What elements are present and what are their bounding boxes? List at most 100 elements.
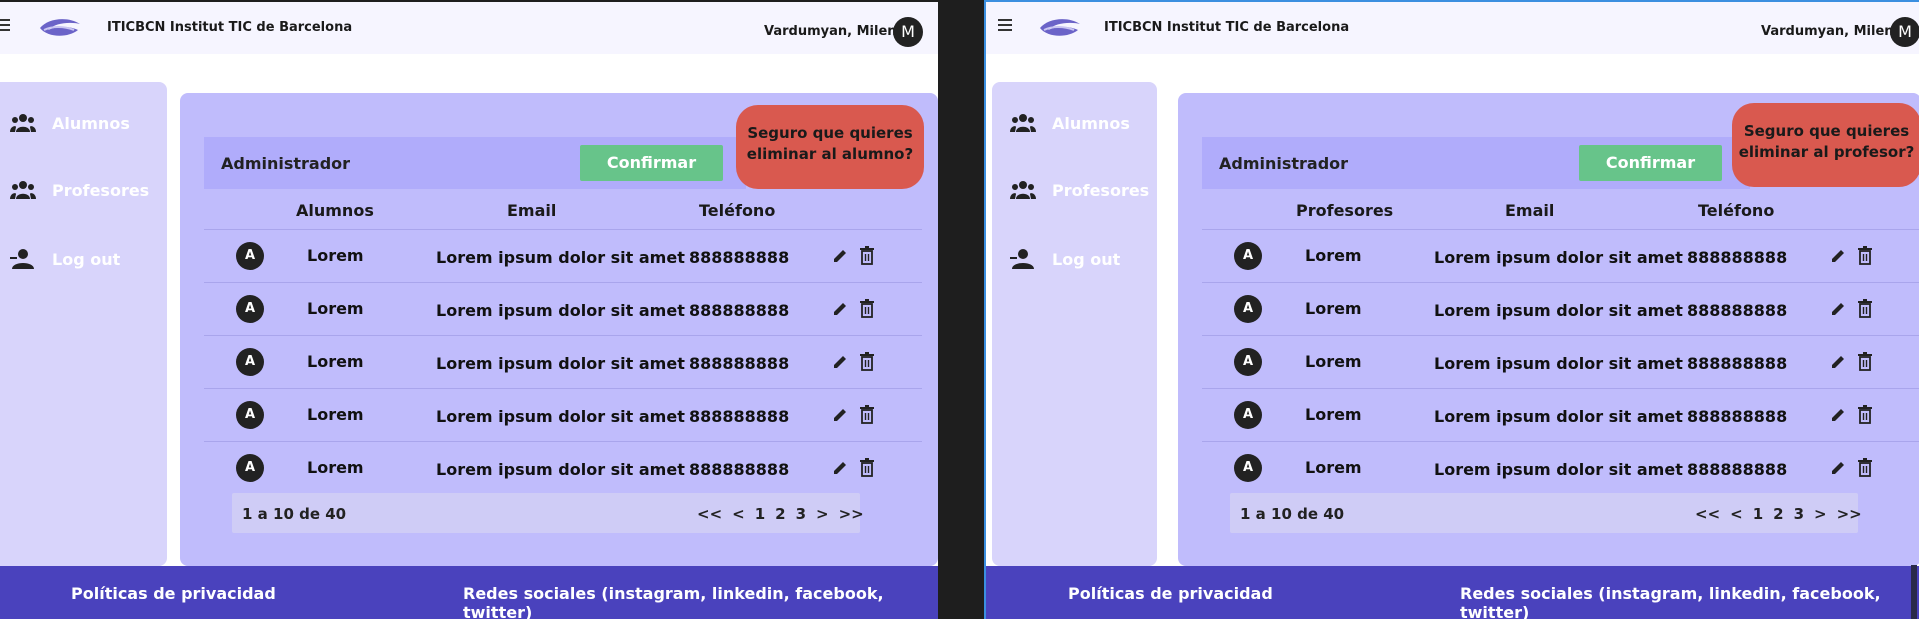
- trash-icon[interactable]: [1857, 405, 1873, 424]
- page-prev-button[interactable]: <: [732, 505, 745, 523]
- cell-name: Lorem: [1305, 246, 1362, 265]
- sidebar-item-alumnos[interactable]: Alumnos: [1010, 112, 1130, 134]
- table-row: A Lorem Lorem ipsum dolor sit amet 88888…: [1202, 388, 1919, 441]
- cell-name: Lorem: [307, 458, 364, 477]
- trash-icon[interactable]: [859, 405, 875, 424]
- cell-email: Lorem ipsum dolor sit amet: [436, 407, 685, 426]
- page-3-button[interactable]: 3: [1794, 505, 1804, 523]
- page-next-button[interactable]: >: [816, 505, 829, 523]
- cell-name: Lorem: [307, 405, 364, 424]
- user-avatar[interactable]: M: [1890, 17, 1919, 47]
- trash-icon[interactable]: [1857, 352, 1873, 371]
- sidebar-item-logout[interactable]: Log out: [10, 248, 120, 270]
- cell-email: Lorem ipsum dolor sit amet: [1434, 248, 1683, 267]
- person-icon: [10, 249, 34, 269]
- table-row: A Lorem Lorem ipsum dolor sit amet 88888…: [1202, 229, 1919, 282]
- column-header: Alumnos: [296, 201, 374, 220]
- sidebar-item-logout[interactable]: Log out: [1010, 248, 1120, 270]
- user-name: Vardumyan, Milena: [764, 24, 906, 39]
- pagination-count: 1 a 10 de 40: [1240, 505, 1345, 523]
- sidebar-item-alumnos[interactable]: Alumnos: [10, 112, 130, 134]
- page-2-button[interactable]: 2: [775, 505, 785, 523]
- cell-phone: 888888888: [689, 248, 790, 267]
- page-last-button[interactable]: >>: [839, 505, 864, 523]
- group-icon: [10, 114, 36, 132]
- sidebar-item-label: Alumnos: [1052, 113, 1130, 133]
- confirm-button[interactable]: Confirmar: [580, 145, 723, 181]
- sidebar-item-profesores[interactable]: Profesores: [1010, 179, 1149, 201]
- user-avatar[interactable]: M: [893, 17, 923, 47]
- sidebar-item-label: Alumnos: [52, 113, 130, 133]
- page-3-button[interactable]: 3: [796, 505, 806, 523]
- cell-name: Lorem: [307, 299, 364, 318]
- avatar: A: [236, 295, 264, 323]
- page-1-button[interactable]: 1: [1753, 505, 1763, 523]
- edit-icon[interactable]: [1830, 301, 1846, 317]
- table-row: A Lorem Lorem ipsum dolor sit amet 88888…: [1202, 441, 1919, 494]
- pagination-nav: << < 1 2 3 > >>: [697, 505, 874, 523]
- table-row: A Lorem Lorem ipsum dolor sit amet 88888…: [204, 388, 922, 441]
- menu-icon[interactable]: [0, 19, 10, 31]
- social-links[interactable]: Redes sociales (instagram, linkedin, fac…: [1460, 584, 1919, 619]
- edit-icon[interactable]: [1830, 460, 1846, 476]
- page-next-button[interactable]: >: [1814, 505, 1827, 523]
- trash-icon[interactable]: [1857, 299, 1873, 318]
- trash-icon[interactable]: [1857, 458, 1873, 477]
- page-last-button[interactable]: >>: [1837, 505, 1862, 523]
- trash-icon[interactable]: [859, 458, 875, 477]
- edit-icon[interactable]: [832, 407, 848, 423]
- edit-icon[interactable]: [1830, 407, 1846, 423]
- delete-confirm-bubble: Seguro que quieres eliminar al profesor?: [1732, 103, 1919, 187]
- edit-icon[interactable]: [1830, 354, 1846, 370]
- column-header: Email: [1505, 201, 1555, 220]
- sidebar: Alumnos Profesores Log out: [0, 82, 167, 566]
- table-row: A Lorem Lorem ipsum dolor sit amet 88888…: [1202, 282, 1919, 335]
- pagination: 1 a 10 de 40 << < 1 2 3 > >>: [1230, 493, 1862, 533]
- page-first-button[interactable]: <<: [1695, 505, 1720, 523]
- table-row: A Lorem Lorem ipsum dolor sit amet 88888…: [204, 229, 922, 282]
- trash-icon[interactable]: [859, 352, 875, 371]
- table-row: A Lorem Lorem ipsum dolor sit amet 88888…: [204, 335, 922, 388]
- window-gap: [938, 0, 985, 619]
- page-2-button[interactable]: 2: [1773, 505, 1783, 523]
- trash-icon[interactable]: [859, 246, 875, 265]
- trash-icon[interactable]: [1857, 246, 1873, 265]
- edit-icon[interactable]: [832, 354, 848, 370]
- edit-icon[interactable]: [832, 248, 848, 264]
- top-bar: ITICBCN Institut TIC de Barcelona Vardum…: [986, 2, 1919, 54]
- cell-email: Lorem ipsum dolor sit amet: [1434, 301, 1683, 320]
- sidebar: Alumnos Profesores Log out: [992, 82, 1157, 566]
- group-icon: [10, 181, 36, 199]
- scrollbar[interactable]: [1911, 565, 1917, 619]
- cell-phone: 888888888: [689, 460, 790, 479]
- social-links[interactable]: Redes sociales (instagram, linkedin, fac…: [463, 584, 938, 619]
- table-row: A Lorem Lorem ipsum dolor sit amet 88888…: [204, 441, 922, 494]
- trash-icon[interactable]: [859, 299, 875, 318]
- org-title: ITICBCN Institut TIC de Barcelona: [107, 20, 353, 35]
- avatar: A: [236, 401, 264, 429]
- cell-email: Lorem ipsum dolor sit amet: [436, 248, 685, 267]
- cell-email: Lorem ipsum dolor sit amet: [1434, 354, 1683, 373]
- sidebar-item-profesores[interactable]: Profesores: [10, 179, 149, 201]
- menu-icon[interactable]: [998, 19, 1012, 31]
- edit-icon[interactable]: [832, 301, 848, 317]
- main-panel: Administrador Confirmar Seguro que quier…: [1178, 93, 1919, 566]
- cell-name: Lorem: [1305, 299, 1362, 318]
- edit-icon[interactable]: [1830, 248, 1846, 264]
- avatar: A: [1234, 348, 1262, 376]
- cell-phone: 888888888: [1687, 354, 1788, 373]
- admin-label: Administrador: [1219, 154, 1349, 173]
- privacy-link[interactable]: Políticas de privacidad: [1068, 584, 1273, 603]
- page-1-button[interactable]: 1: [755, 505, 765, 523]
- main-panel: Administrador Confirmar Seguro que quier…: [180, 93, 938, 566]
- page-first-button[interactable]: <<: [697, 505, 722, 523]
- sidebar-item-label: Profesores: [52, 180, 150, 200]
- page-prev-button[interactable]: <: [1730, 505, 1743, 523]
- edit-icon[interactable]: [832, 460, 848, 476]
- user-name: Vardumyan, Milena: [1761, 24, 1903, 39]
- avatar: A: [1234, 295, 1262, 323]
- privacy-link[interactable]: Políticas de privacidad: [71, 584, 276, 603]
- confirm-button[interactable]: Confirmar: [1579, 145, 1722, 181]
- cell-phone: 888888888: [1687, 460, 1788, 479]
- table-row: A Lorem Lorem ipsum dolor sit amet 88888…: [1202, 335, 1919, 388]
